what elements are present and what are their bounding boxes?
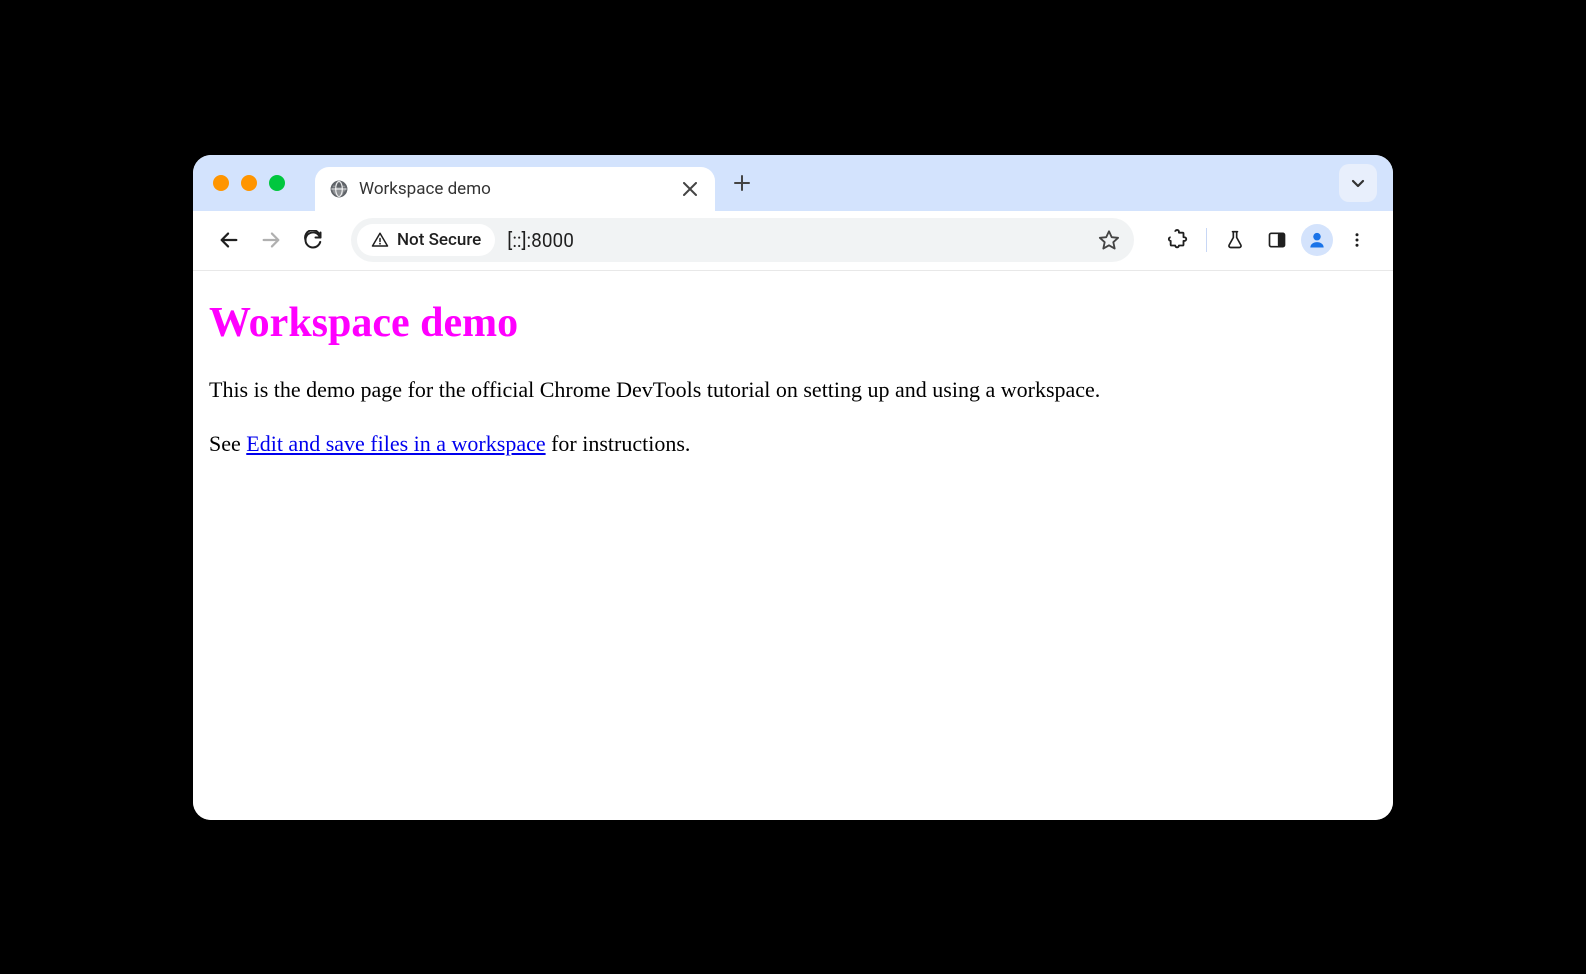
forward-button[interactable] — [253, 222, 289, 258]
instructions-link[interactable]: Edit and save files in a workspace — [246, 431, 545, 456]
warning-icon — [371, 231, 389, 249]
menu-button[interactable] — [1339, 222, 1375, 258]
tab-title: Workspace demo — [359, 179, 669, 199]
see-suffix: for instructions. — [546, 431, 691, 456]
bookmark-button[interactable] — [1092, 223, 1126, 257]
address-bar[interactable]: Not Secure [::]:8000 — [351, 218, 1134, 262]
page-content: Workspace demo This is the demo page for… — [193, 271, 1393, 820]
extensions-button[interactable] — [1160, 222, 1196, 258]
window-controls — [213, 175, 285, 191]
security-chip[interactable]: Not Secure — [357, 224, 495, 256]
url-text: [::]:8000 — [499, 229, 1088, 252]
see-prefix: See — [209, 431, 246, 456]
window-close-button[interactable] — [213, 175, 229, 191]
tab-close-button[interactable] — [679, 180, 701, 198]
globe-icon — [329, 179, 349, 199]
tab-search-button[interactable] — [1339, 164, 1377, 202]
labs-button[interactable] — [1217, 222, 1253, 258]
browser-window: Workspace demo Not Secure — [193, 155, 1393, 820]
security-label: Not Secure — [397, 230, 481, 250]
new-tab-button[interactable] — [725, 166, 759, 200]
reload-button[interactable] — [295, 222, 331, 258]
tab-bar: Workspace demo — [193, 155, 1393, 211]
window-maximize-button[interactable] — [269, 175, 285, 191]
toolbar-divider — [1206, 228, 1207, 252]
page-paragraph-2: See Edit and save files in a workspace f… — [209, 429, 1377, 460]
browser-tab[interactable]: Workspace demo — [315, 167, 715, 211]
profile-button[interactable] — [1301, 224, 1333, 256]
toolbar: Not Secure [::]:8000 — [193, 211, 1393, 271]
toolbar-actions — [1160, 222, 1375, 258]
page-heading: Workspace demo — [209, 299, 1377, 347]
side-panel-button[interactable] — [1259, 222, 1295, 258]
window-minimize-button[interactable] — [241, 175, 257, 191]
back-button[interactable] — [211, 222, 247, 258]
page-paragraph: This is the demo page for the official C… — [209, 375, 1377, 406]
